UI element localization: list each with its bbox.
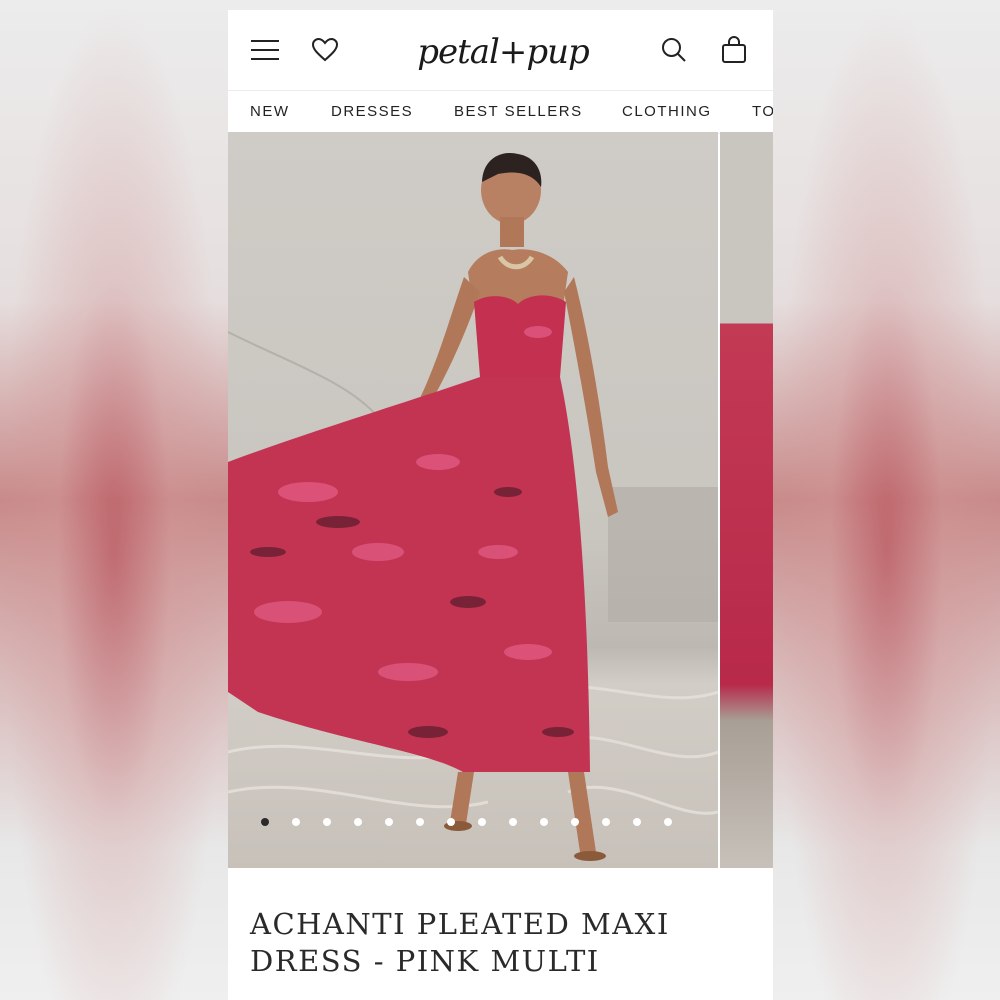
product-title-line-1: ACHANTI PLEATED MAXI (250, 907, 670, 941)
product-title-line-2: DRESS - PINK MULTI (250, 944, 600, 978)
hamburger-menu-icon[interactable] (250, 35, 280, 65)
category-nav: NEW DRESSES BEST SELLERS CLOTHING TO (228, 90, 773, 134)
gallery-dot[interactable] (416, 818, 424, 826)
nav-item-clothing[interactable]: CLOTHING (622, 103, 712, 120)
brand-logo[interactable]: petal+pup (398, 28, 608, 78)
nav-item-tops-partial[interactable]: TO (752, 103, 773, 120)
heart-icon[interactable] (310, 35, 340, 65)
product-title: ACHANTI PLEATED MAXI DRESS - PINK MULTI (250, 906, 750, 980)
gallery-dot[interactable] (261, 818, 269, 826)
product-photo-next-peek[interactable] (720, 132, 773, 868)
gallery-dot[interactable] (354, 818, 362, 826)
gallery-dot[interactable] (447, 818, 455, 826)
gallery-dot[interactable] (385, 818, 393, 826)
product-image-gallery[interactable] (228, 132, 773, 868)
product-photo-main[interactable] (228, 132, 719, 868)
gallery-dot[interactable] (292, 818, 300, 826)
background-blur-right (773, 0, 1000, 1000)
gallery-dot[interactable] (540, 818, 548, 826)
nav-item-new[interactable]: NEW (250, 103, 290, 120)
model-dress-illustration (228, 152, 719, 861)
gallery-dot[interactable] (664, 818, 672, 826)
mobile-screen: petal+pup NEW DRESSES BEST SELLERS CLOTH… (228, 10, 773, 1000)
gallery-dot[interactable] (633, 818, 641, 826)
gallery-dot[interactable] (478, 818, 486, 826)
gallery-dot[interactable] (509, 818, 517, 826)
nav-item-best-sellers[interactable]: BEST SELLERS (454, 103, 583, 120)
search-icon[interactable] (659, 35, 689, 65)
gallery-dot[interactable] (602, 818, 610, 826)
gallery-pagination-dots (228, 818, 718, 830)
background-blur-left (0, 0, 228, 1000)
gallery-dot[interactable] (323, 818, 331, 826)
shopping-bag-icon[interactable] (719, 35, 749, 65)
nav-item-dresses[interactable]: DRESSES (331, 103, 413, 120)
gallery-dot[interactable] (571, 818, 579, 826)
